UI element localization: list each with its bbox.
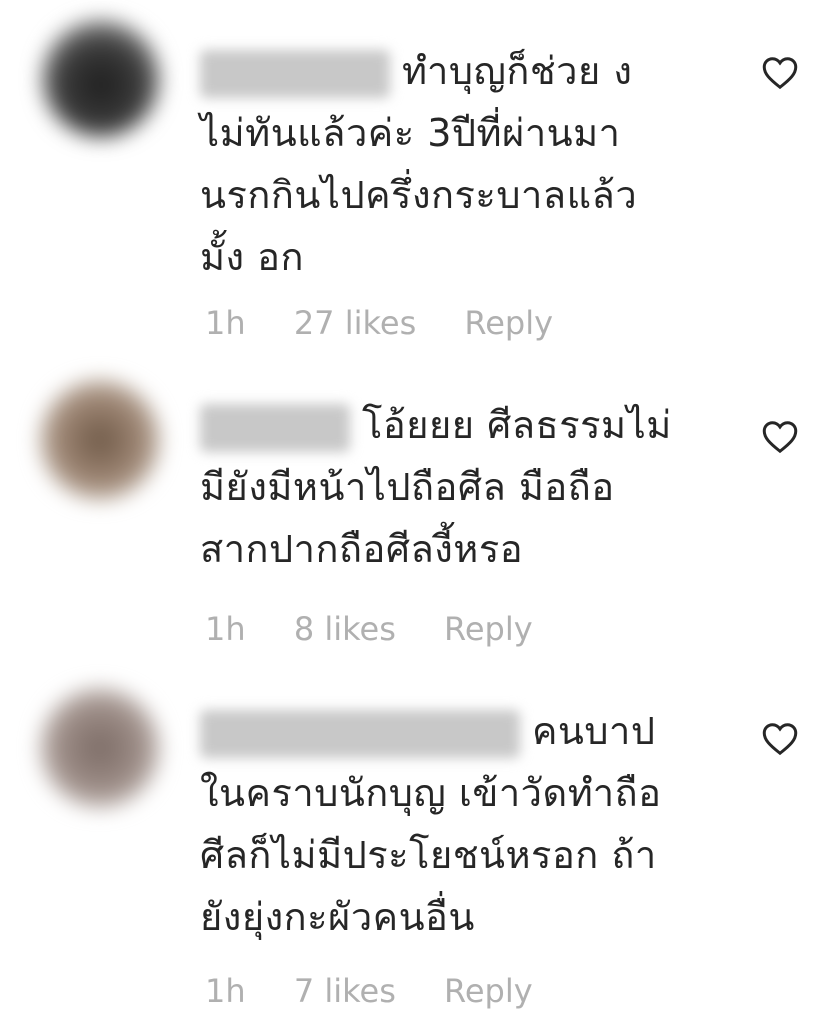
comment-line: ไม่ทันแล้วค่ะ 3ปีที่ผ่านมา [200,111,621,155]
comment-line: นรกกินไปครึ่งกระบาลแล้ว [200,173,638,217]
username-blurred[interactable] [200,49,390,98]
heart-icon[interactable] [762,722,798,756]
avatar[interactable] [40,380,160,500]
reply-button[interactable]: Reply [444,972,533,1010]
comment-line: ทำบุญก็ช่วย ง [402,49,633,93]
username-blurred[interactable] [200,709,520,758]
timestamp: 1h [205,972,246,1010]
comment-line: ยังยุ่งกะผัวคนอื่น [200,895,475,939]
comment-text: ทำบุญก็ช่วย ง ไม่ทันแล้วค่ะ 3ปีที่ผ่านมา… [200,40,720,288]
timestamp: 1h [205,304,246,342]
likes-count[interactable]: 27 likes [294,304,416,342]
comment-meta: 1h 27 likes Reply [205,304,591,342]
heart-icon[interactable] [762,56,798,90]
likes-count[interactable]: 8 likes [294,610,396,648]
avatar[interactable] [42,20,160,138]
comment-line: คนบาป [532,709,656,753]
username-blurred[interactable] [200,403,350,452]
comment-meta: 1h 8 likes Reply [205,610,571,648]
comment-text: โอ้ยยย ศีลธรรมไม่ มียังมีหน้าไปถือศีล มื… [200,394,720,580]
comment-text: คนบาป ในคราบนักบุญ เข้าวัดทำถือ ศีลก็ไม่… [200,700,720,948]
comment-line: สากปากถือศีลงี้หรอ [200,527,524,571]
avatar[interactable] [40,688,160,808]
comment-line: ในคราบนักบุญ เข้าวัดทำถือ [200,771,662,815]
comment-line: มียังมีหน้าไปถือศีล มือถือ [200,465,615,509]
comment-meta: 1h 7 likes Reply [205,972,571,1010]
comment-line: โอ้ยยย ศีลธรรมไม่ [362,403,672,447]
timestamp: 1h [205,610,246,648]
likes-count[interactable]: 7 likes [294,972,396,1010]
comment-line: ศีลก็ไม่มีประโยชน์หรอก ถ้า [200,833,657,877]
comment-line: มั้ง อก [200,235,305,279]
reply-button[interactable]: Reply [464,304,553,342]
heart-icon[interactable] [762,420,798,454]
reply-button[interactable]: Reply [444,610,533,648]
